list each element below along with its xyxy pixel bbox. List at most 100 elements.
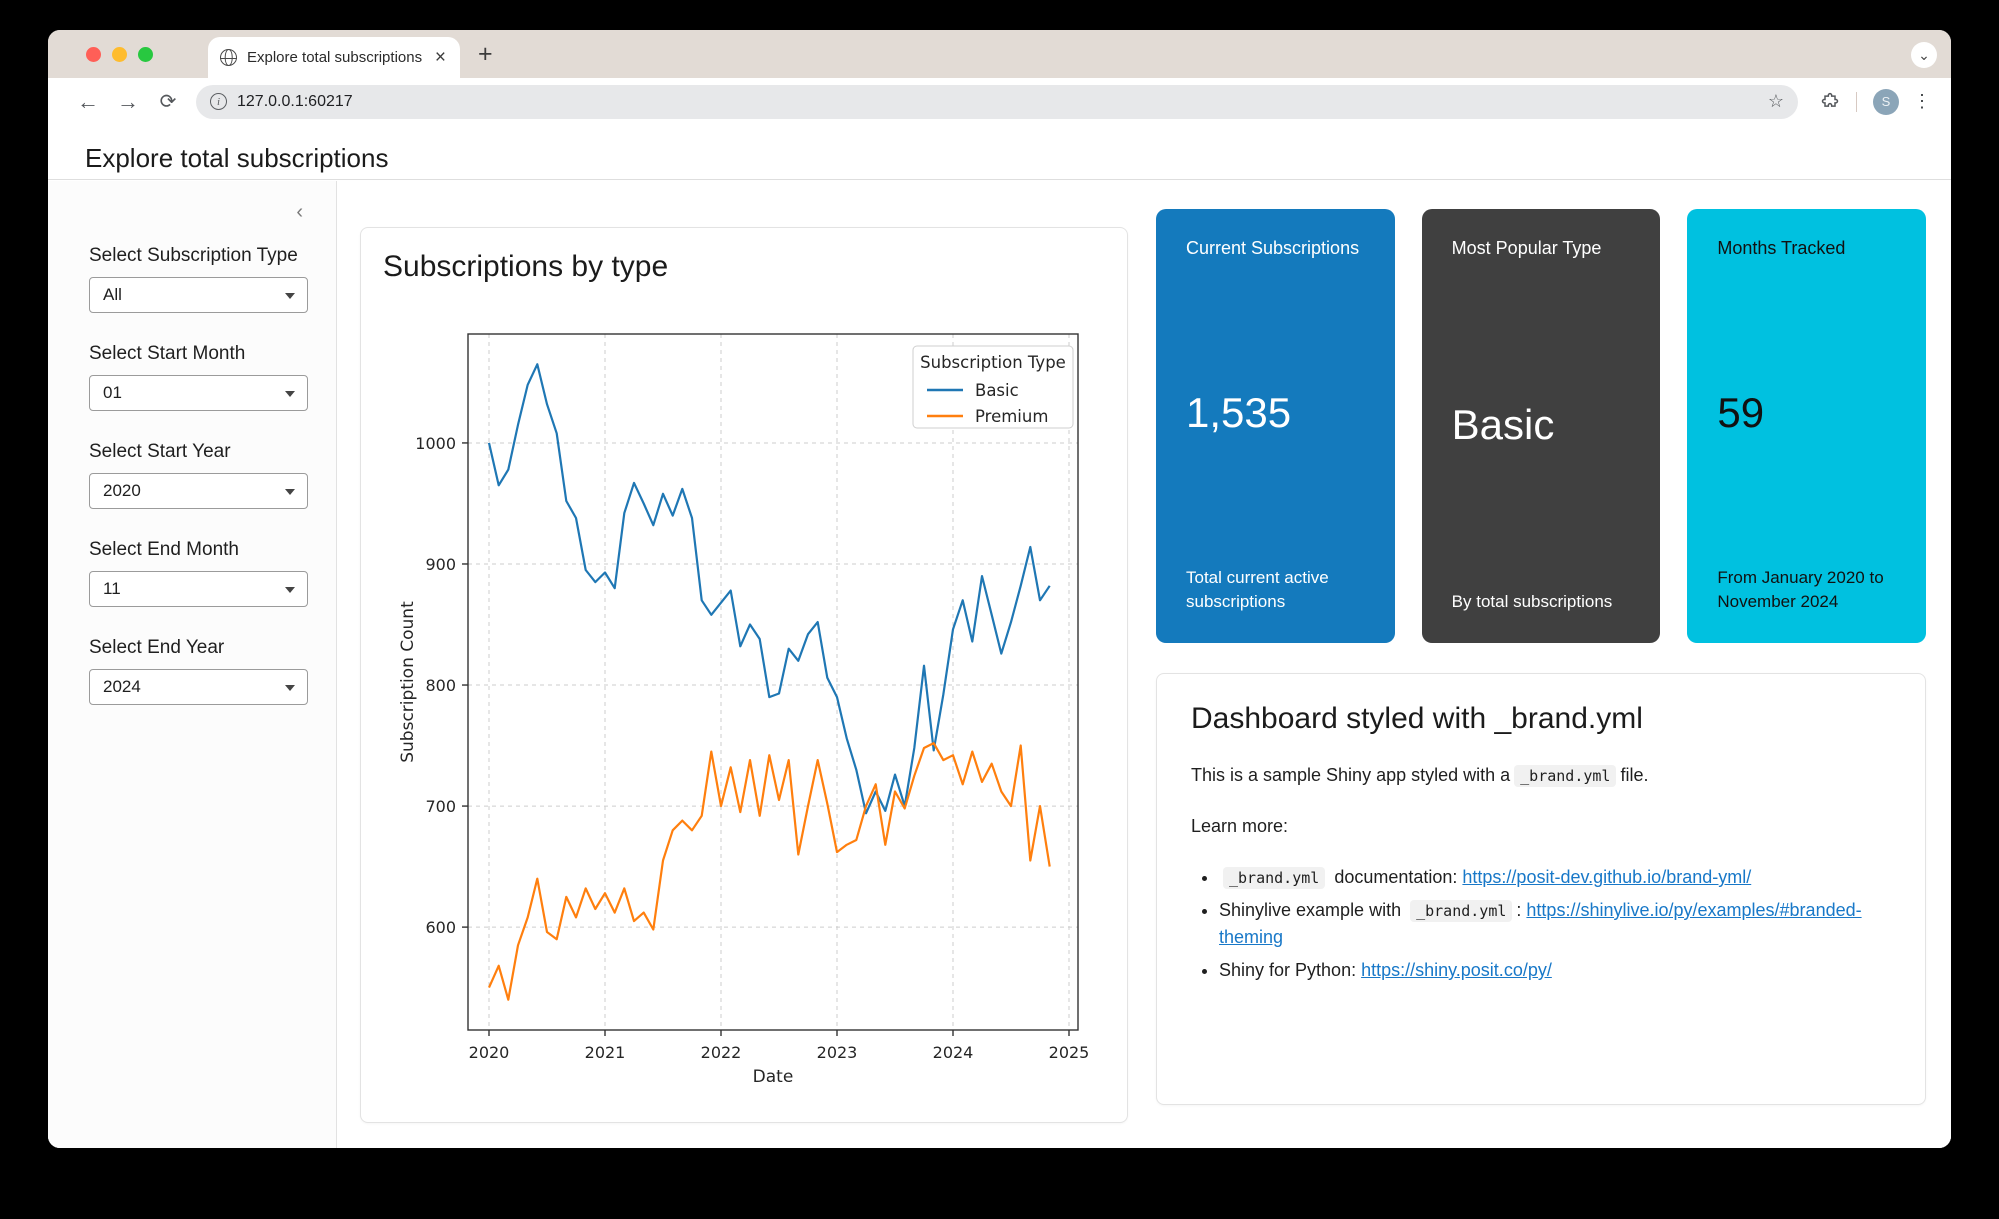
svg-text:1000: 1000 [415, 434, 456, 453]
learn-more-label: Learn more: [1191, 813, 1891, 840]
address-bar[interactable]: i 127.0.0.1:60217 ☆ [196, 85, 1798, 119]
browser-window: Explore total subscriptions × + ⌄ ← → ⟳ … [48, 30, 1951, 1148]
valuebox-value: Basic [1452, 402, 1631, 448]
valuebox-title: Most Popular Type [1452, 237, 1631, 260]
tab-search-button[interactable]: ⌄ [1911, 42, 1937, 68]
end-year-select[interactable]: 2024 [89, 669, 308, 705]
external-link[interactable]: https://shiny.posit.co/py/ [1361, 960, 1552, 980]
globe-icon [220, 49, 237, 66]
svg-text:Subscription Type: Subscription Type [920, 353, 1066, 372]
profile-avatar[interactable]: S [1873, 89, 1899, 115]
chart-card: Subscriptions by type 600 700 800 900 1000 20… [360, 227, 1128, 1123]
svg-text:2022: 2022 [701, 1043, 742, 1062]
minimize-window-button[interactable] [112, 47, 127, 62]
valuebox-footer: From January 2020 to November 2024 [1717, 566, 1896, 615]
inline-code: _brand.yml [1223, 867, 1325, 889]
info-card: Dashboard styled with _brand.yml This is… [1156, 673, 1926, 1105]
browser-tab[interactable]: Explore total subscriptions × [208, 37, 460, 78]
chevron-down-icon: ⌄ [1918, 47, 1930, 64]
filter-start-month: Select Start Month 01 [89, 343, 307, 411]
tab-strip: Explore total subscriptions × + ⌄ [48, 30, 1951, 78]
learn-more-item: Shiny for Python: https://shiny.posit.co… [1219, 957, 1891, 984]
subscriptions-line-chart: 6007008009001000202020212022202320242025… [361, 318, 1129, 1124]
valuebox-value: 1,535 [1186, 390, 1365, 436]
svg-text:700: 700 [425, 797, 456, 816]
valuebox-footer: Total current active subscriptions [1186, 566, 1365, 615]
learn-more-item: _brand.yml documentation: https://posit-… [1219, 864, 1891, 891]
info-card-title: Dashboard styled with _brand.yml [1191, 702, 1891, 736]
select-label: Select Start Month [89, 343, 307, 365]
subscription-type-select[interactable]: All [89, 277, 308, 313]
reload-button[interactable]: ⟳ [148, 89, 188, 114]
valuebox-value: 59 [1717, 390, 1896, 436]
text-segment: : [1516, 900, 1526, 920]
inline-code: _brand.yml [1514, 765, 1616, 787]
start-month-select[interactable]: 01 [89, 375, 308, 411]
value-box-row: Current Subscriptions 1,535 Total curren… [1156, 209, 1926, 643]
filter-start-year: Select Start Year 2020 [89, 441, 307, 509]
page-title: Explore total subscriptions [48, 125, 1951, 174]
text-segment: This is a sample Shiny app styled with a [1191, 765, 1510, 785]
valuebox-most-popular-type: Most Popular Type Basic By total subscri… [1422, 209, 1661, 643]
svg-text:Premium: Premium [975, 407, 1048, 426]
back-button[interactable]: ← [68, 89, 108, 115]
svg-text:900: 900 [425, 555, 456, 574]
svg-text:600: 600 [425, 918, 456, 937]
svg-text:Subscription Count: Subscription Count [398, 601, 418, 763]
sidebar: ‹ Select Subscription Type All Select St… [48, 181, 337, 1148]
valuebox-months-tracked: Months Tracked 59 From January 2020 to N… [1687, 209, 1926, 643]
end-month-select[interactable]: 11 [89, 571, 308, 607]
inline-code: _brand.yml [1410, 900, 1512, 922]
selected-value: All [103, 285, 122, 305]
main-content: Subscriptions by type 600 700 800 900 1000 20… [337, 181, 1951, 1148]
selected-value: 11 [103, 579, 121, 599]
info-card-intro: This is a sample Shiny app styled with a… [1191, 762, 1891, 789]
text-segment: Shinylive example with [1219, 900, 1406, 920]
bookmark-star-icon[interactable]: ☆ [1768, 91, 1784, 112]
chart-title: Subscriptions by type [361, 228, 1127, 284]
select-label: Select Start Year [89, 441, 307, 463]
filter-end-year: Select End Year 2024 [89, 637, 307, 705]
svg-text:2025: 2025 [1049, 1043, 1090, 1062]
svg-text:2023: 2023 [817, 1043, 858, 1062]
new-tab-button[interactable]: + [478, 42, 493, 67]
svg-text:Basic: Basic [975, 381, 1019, 400]
screen: Explore total subscriptions × + ⌄ ← → ⟳ … [0, 0, 1999, 1219]
browser-toolbar: ← → ⟳ i 127.0.0.1:60217 ☆ S ⋮ [48, 78, 1951, 125]
valuebox-title: Months Tracked [1717, 237, 1896, 260]
svg-text:Date: Date [753, 1067, 794, 1087]
close-window-button[interactable] [86, 47, 101, 62]
select-label: Select Subscription Type [89, 245, 307, 267]
app-body: ‹ Select Subscription Type All Select St… [48, 181, 1951, 1148]
start-year-select[interactable]: 2020 [89, 473, 308, 509]
filter-subscription-type: Select Subscription Type All [89, 245, 307, 313]
url-text: 127.0.0.1:60217 [237, 93, 1758, 111]
tab-close-icon[interactable]: × [433, 48, 448, 67]
learn-more-list: _brand.yml documentation: https://posit-… [1191, 864, 1891, 984]
extensions-icon[interactable] [1820, 92, 1840, 112]
selected-value: 2020 [103, 481, 141, 501]
external-link[interactable]: https://posit-dev.github.io/brand-yml/ [1462, 867, 1751, 887]
menu-kebab-icon[interactable]: ⋮ [1913, 91, 1931, 112]
svg-text:2021: 2021 [585, 1043, 626, 1062]
tab-title: Explore total subscriptions [247, 49, 423, 66]
traffic-lights [86, 47, 153, 62]
select-label: Select End Month [89, 539, 307, 561]
chevron-left-icon: ‹ [296, 201, 303, 223]
valuebox-current-subscriptions: Current Subscriptions 1,535 Total curren… [1156, 209, 1395, 643]
filter-end-month: Select End Month 11 [89, 539, 307, 607]
valuebox-footer: By total subscriptions [1452, 590, 1631, 615]
app-header: Explore total subscriptions [48, 125, 1951, 180]
svg-text:800: 800 [425, 676, 456, 695]
selected-value: 01 [103, 383, 122, 403]
sidebar-collapse-button[interactable]: ‹ [89, 201, 307, 235]
toolbar-separator [1856, 92, 1857, 112]
forward-button[interactable]: → [108, 89, 148, 115]
text-segment: Shiny for Python: [1219, 960, 1361, 980]
selected-value: 2024 [103, 677, 141, 697]
valuebox-title: Current Subscriptions [1186, 237, 1365, 260]
site-info-icon[interactable]: i [210, 93, 227, 110]
text-segment: file. [1620, 765, 1648, 785]
zoom-window-button[interactable] [138, 47, 153, 62]
select-label: Select End Year [89, 637, 307, 659]
